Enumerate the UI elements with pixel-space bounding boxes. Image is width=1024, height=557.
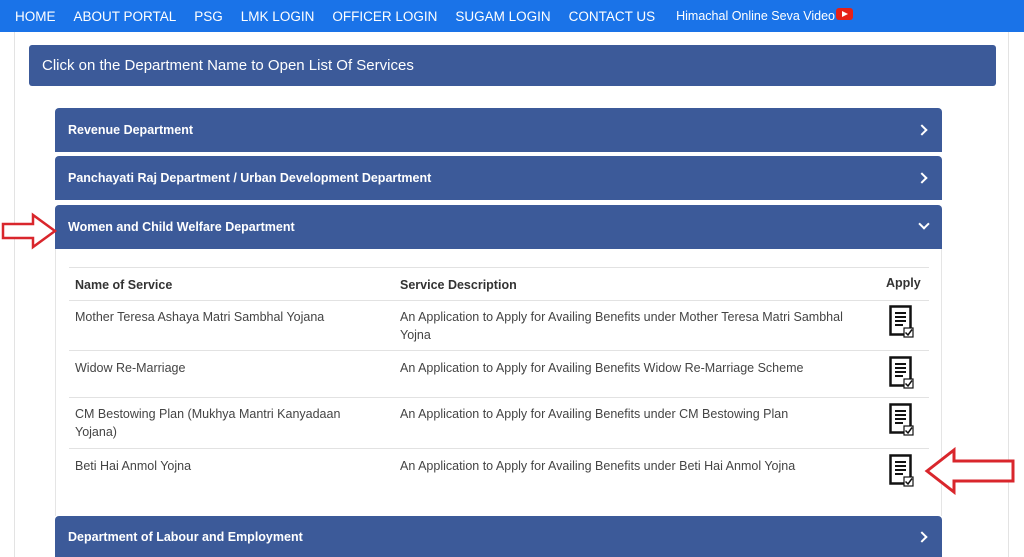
table-header-row: Name of Service Service Description Appl…	[69, 267, 929, 300]
annotation-arrow-left-icon	[924, 447, 1015, 495]
nav-contact-us[interactable]: CONTACT US	[560, 9, 665, 24]
chevron-right-icon	[916, 531, 928, 543]
apply-form-icon[interactable]	[889, 356, 915, 390]
dept-labour-employment[interactable]: Department of Labour and Employment	[55, 516, 942, 557]
service-name: Widow Re-Marriage	[75, 361, 186, 375]
chevron-right-icon	[916, 124, 928, 136]
nav-video-label: Himachal Online Seva Video	[676, 9, 836, 23]
nav-lmk-login[interactable]: LMK LOGIN	[232, 9, 324, 24]
dept-label: Revenue Department	[68, 123, 194, 137]
header-description: Service Description	[400, 278, 517, 292]
dept-panchayati-raj[interactable]: Panchayati Raj Department / Urban Develo…	[55, 156, 942, 200]
dept-revenue[interactable]: Revenue Department	[55, 108, 942, 152]
youtube-icon	[836, 8, 854, 20]
chevron-down-icon	[918, 218, 930, 230]
instruction-banner: Click on the Department Name to Open Lis…	[29, 45, 996, 86]
header-apply: Apply	[886, 276, 921, 290]
nav-officer-login[interactable]: OFFICER LOGIN	[323, 9, 446, 24]
service-name: Beti Hai Anmol Yojna	[75, 459, 192, 473]
chevron-right-icon	[916, 172, 928, 184]
nav-psg[interactable]: PSG	[185, 9, 232, 24]
service-description: An Application to Apply for Availing Ben…	[400, 310, 843, 342]
table-row: Widow Re-Marriage An Application to Appl…	[69, 350, 929, 397]
apply-form-icon[interactable]	[889, 454, 915, 488]
service-description: An Application to Apply for Availing Ben…	[400, 361, 804, 375]
table-row: CM Bestowing Plan (Mukhya Mantri Kanyada…	[69, 397, 929, 448]
service-name: Mother Teresa Ashaya Matri Sambhal Yojan…	[75, 310, 325, 324]
apply-form-icon[interactable]	[889, 305, 915, 339]
dept-women-child-welfare[interactable]: Women and Child Welfare Department	[55, 205, 942, 249]
apply-form-icon[interactable]	[889, 403, 915, 437]
dept-label: Panchayati Raj Department / Urban Develo…	[68, 171, 432, 185]
service-description: An Application to Apply for Availing Ben…	[400, 459, 796, 473]
nav-about-portal[interactable]: ABOUT PORTAL	[65, 9, 186, 24]
service-name: CM Bestowing Plan (Mukhya Mantri Kanyada…	[75, 407, 341, 439]
top-nav: HOME ABOUT PORTAL PSG LMK LOGIN OFFICER …	[0, 0, 1024, 32]
table-row: Beti Hai Anmol Yojna An Application to A…	[69, 448, 929, 498]
nav-video-link[interactable]: Himachal Online Seva Video	[667, 8, 862, 23]
service-description: An Application to Apply for Availing Ben…	[400, 407, 789, 421]
nav-home[interactable]: HOME	[6, 9, 65, 24]
dept-label: Women and Child Welfare Department	[68, 220, 295, 234]
header-name: Name of Service	[75, 278, 173, 292]
table-row: Mother Teresa Ashaya Matri Sambhal Yojan…	[69, 300, 929, 350]
nav-sugam-login[interactable]: SUGAM LOGIN	[446, 9, 559, 24]
dept-label: Department of Labour and Employment	[68, 530, 303, 544]
annotation-arrow-right-icon	[1, 212, 58, 250]
